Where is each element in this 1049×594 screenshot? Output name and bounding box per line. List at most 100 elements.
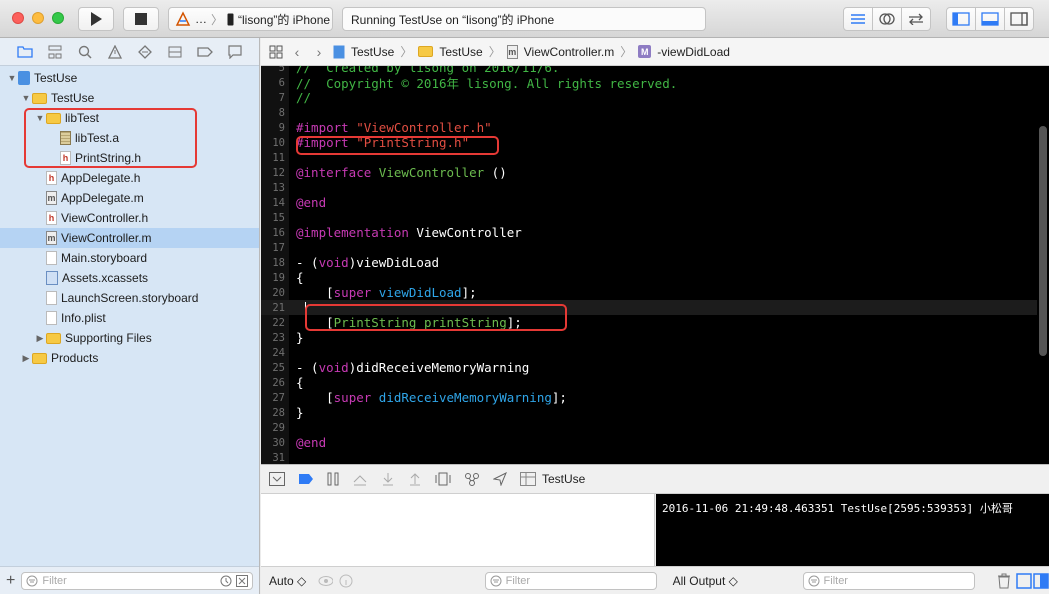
code-line[interactable]: 20 [super viewDidLoad]; [261,285,1037,300]
libtest-highlight-box [24,108,197,168]
step-out-icon[interactable] [408,472,422,486]
code-line[interactable]: 28} [261,405,1037,420]
code-line[interactable]: 26 { [261,375,1037,390]
scheme-selector[interactable]: … 〉 “lisong”的 iPhone [168,7,333,31]
code-line[interactable]: 23} [261,330,1037,345]
recent-files-icon[interactable] [220,575,232,587]
objc-file-icon: m [46,191,57,205]
code-text: [super didReceiveMemoryWarning]; [287,390,567,405]
line-number: 23 [272,331,285,344]
code-line[interactable]: 8 [261,105,1037,120]
disclosure-closed-icon[interactable]: ▶ [34,333,46,344]
code-line[interactable]: 31 [261,450,1037,464]
tree-item[interactable]: m AppDelegate.m [0,188,259,208]
code-token: - ( [296,360,319,375]
navigator-filter-field[interactable]: Filter [21,571,253,590]
code-line[interactable]: 27 [super didReceiveMemoryWarning]; [261,390,1037,405]
add-file-icon[interactable]: + [6,572,15,590]
debug-target-label[interactable]: TestUse [542,472,585,486]
disclosure-closed-icon[interactable]: ▶ [20,353,32,364]
play-icon [91,12,102,26]
issue-navigator-tab[interactable] [100,38,130,66]
code-line[interactable]: 14 @end [261,195,1037,210]
step-over-icon[interactable] [352,472,368,486]
split-console-icon[interactable] [1016,572,1049,589]
stop-button[interactable] [123,7,159,31]
jump-symbol[interactable]: -viewDidLoad [657,45,730,59]
tree-item[interactable]: Assets.xcassets [0,268,259,288]
pause-icon[interactable] [327,472,339,486]
console-view[interactable]: 2016-11-06 21:49:48.463351 TestUse[2595:… [656,494,1049,566]
minimize-window-button[interactable] [32,12,44,24]
view-hierarchy-icon[interactable] [435,472,451,486]
tree-item[interactable]: ▼ TestUse [0,68,259,88]
jump-group[interactable]: TestUse [439,45,482,59]
version-editor-button[interactable] [901,7,931,31]
tree-item[interactable]: m ViewController.m [0,228,259,248]
report-navigator-tab[interactable] [220,38,250,66]
step-into-icon[interactable] [381,472,395,486]
related-items-icon[interactable] [269,45,283,59]
assistant-editor-button[interactable] [872,7,902,31]
toggle-navigator-button[interactable] [946,7,976,31]
run-button[interactable] [78,7,114,31]
code-line[interactable]: 24 [261,345,1037,360]
code-line[interactable]: 17 [261,240,1037,255]
disclosure-open-icon[interactable]: ▼ [20,93,32,103]
symbol-navigator-tab[interactable] [40,38,70,66]
code-line[interactable]: 7 // [261,90,1037,105]
project-navigator-tab[interactable] [10,38,40,66]
toggle-debug-area-button[interactable] [975,7,1005,31]
debug-navigator-tab[interactable] [160,38,190,66]
breakpoints-active-icon[interactable] [298,473,314,485]
console-filter-field[interactable]: Filter [802,571,975,590]
storyboard-file-icon [46,251,57,265]
variables-mode-select[interactable]: Auto ◇ [269,574,312,588]
tree-item[interactable]: ▼ TestUse [0,88,259,108]
breakpoint-navigator-tab[interactable] [190,38,220,66]
tree-item[interactable]: h AppDelegate.h [0,168,259,188]
standard-editor-button[interactable] [843,7,873,31]
tree-item[interactable]: LaunchScreen.storyboard [0,288,259,308]
code-line[interactable]: 30 @end [261,435,1037,450]
disclosure-open-icon[interactable]: ▼ [6,73,18,83]
code-line[interactable]: 29 [261,420,1037,435]
code-line[interactable]: 15 [261,210,1037,225]
info-icon[interactable] [339,574,353,588]
code-line[interactable]: 25- (void)didReceiveMemoryWarning [261,360,1037,375]
source-editor[interactable]: 5// Created by lisong on 2016/11/6. 6// C… [261,66,1049,464]
location-icon[interactable] [493,472,507,486]
trash-icon[interactable] [997,573,1011,589]
hide-debug-area-icon[interactable] [269,472,285,486]
toggle-utilities-button[interactable] [1004,7,1034,31]
close-window-button[interactable] [12,12,24,24]
tree-item[interactable]: Main.storyboard [0,248,259,268]
forward-chevron-icon[interactable]: › [311,44,327,60]
variables-view[interactable] [261,494,655,566]
tree-item[interactable]: h ViewController.h [0,208,259,228]
variables-filter-field[interactable]: Filter [484,571,657,590]
test-navigator-tab[interactable] [130,38,160,66]
jump-file[interactable]: ViewController.m [524,45,614,59]
code-line[interactable]: 18- (void)viewDidLoad [261,255,1037,270]
jump-project[interactable]: TestUse [351,45,394,59]
tree-item[interactable]: ▶ Products [0,348,259,368]
console-mode-select[interactable]: All Output ◇ [673,574,797,588]
code-line[interactable]: 19 { [261,270,1037,285]
scm-status-icon[interactable] [236,574,248,587]
tree-item[interactable]: Info.plist [0,308,259,328]
zoom-window-button[interactable] [52,12,64,24]
code-line[interactable]: 12 @interface ViewController () [261,165,1037,180]
target-app-icon [520,472,536,486]
code-line[interactable]: 6 // Copyright © 2016年 lisong. All rights… [261,75,1037,91]
code-line[interactable]: 16 @implementation ViewController [261,225,1037,240]
eye-icon[interactable] [318,575,334,587]
find-navigator-tab[interactable] [70,38,100,66]
tree-item[interactable]: ▶ Supporting Files [0,328,259,348]
code-line[interactable]: 13 [261,180,1037,195]
code-line[interactable]: 9 #import "ViewController.h" [261,120,1037,135]
back-chevron-icon[interactable]: ‹ [289,44,305,60]
memory-graph-icon[interactable] [464,472,480,486]
editor-scrollbar[interactable] [1039,126,1047,356]
code-token: } [296,330,304,345]
